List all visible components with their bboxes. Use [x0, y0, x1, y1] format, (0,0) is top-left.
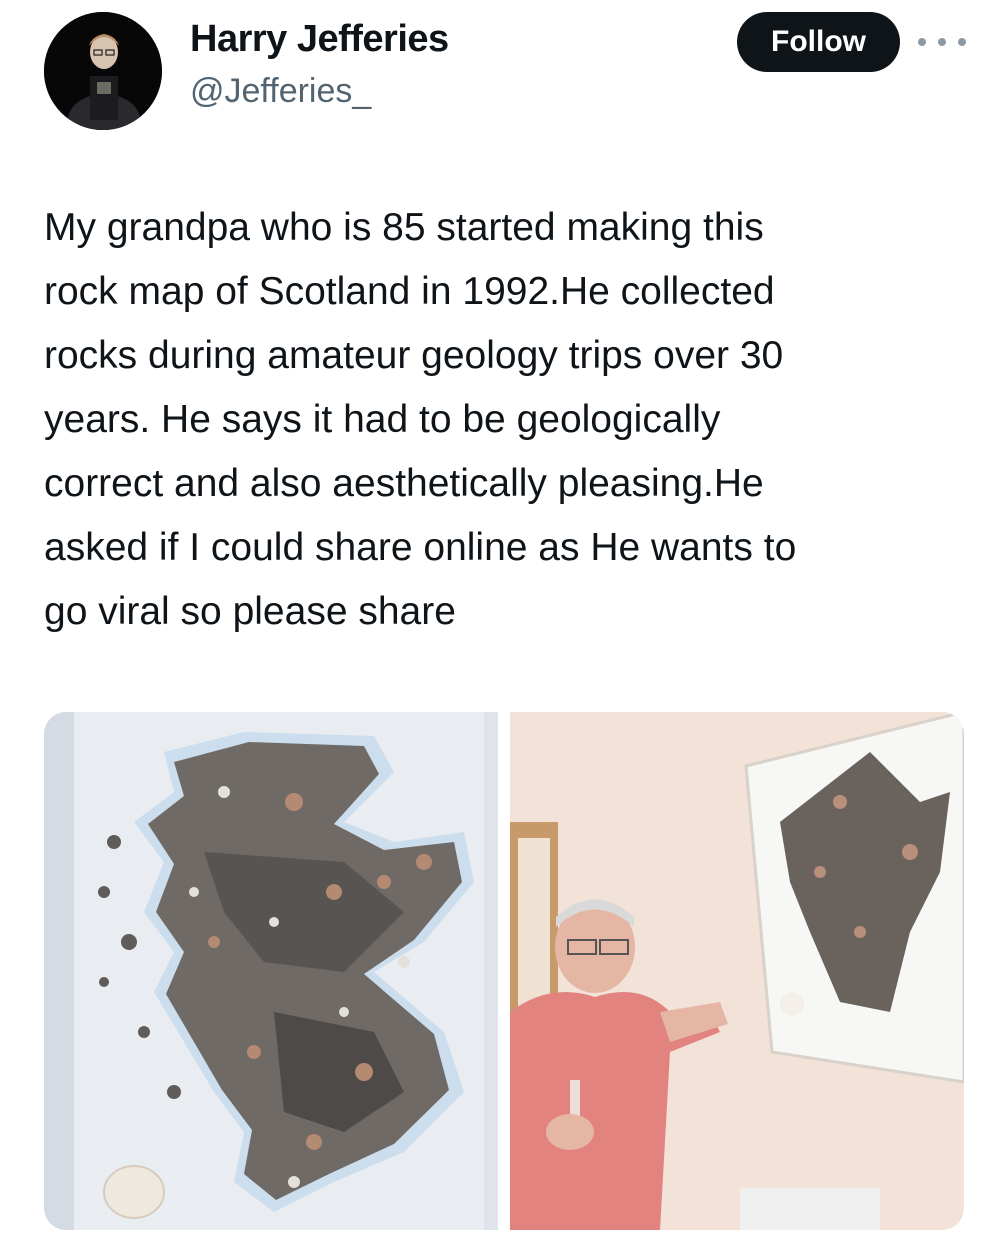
dot — [918, 38, 926, 46]
tweet-text: My grandpa who is 85 started making this… — [44, 206, 797, 633]
follow-button[interactable]: Follow — [737, 12, 900, 72]
grandpa-image — [510, 712, 964, 1230]
more-options-icon[interactable] — [918, 24, 966, 60]
author-name[interactable]: Harry Jefferies — [190, 18, 449, 61]
dot — [938, 38, 946, 46]
author-avatar[interactable] — [44, 12, 162, 130]
author-handle[interactable]: @Jefferies_ — [190, 72, 371, 111]
dot — [958, 38, 966, 46]
tweet-media[interactable] — [44, 712, 964, 1230]
grandpa-photo[interactable] — [510, 712, 964, 1230]
rock-map-photo[interactable] — [44, 712, 498, 1230]
avatar-image — [44, 12, 162, 130]
rock-map-image — [44, 712, 498, 1230]
tweet-header: Harry Jefferies @Jefferies_ Follow — [0, 0, 1008, 140]
